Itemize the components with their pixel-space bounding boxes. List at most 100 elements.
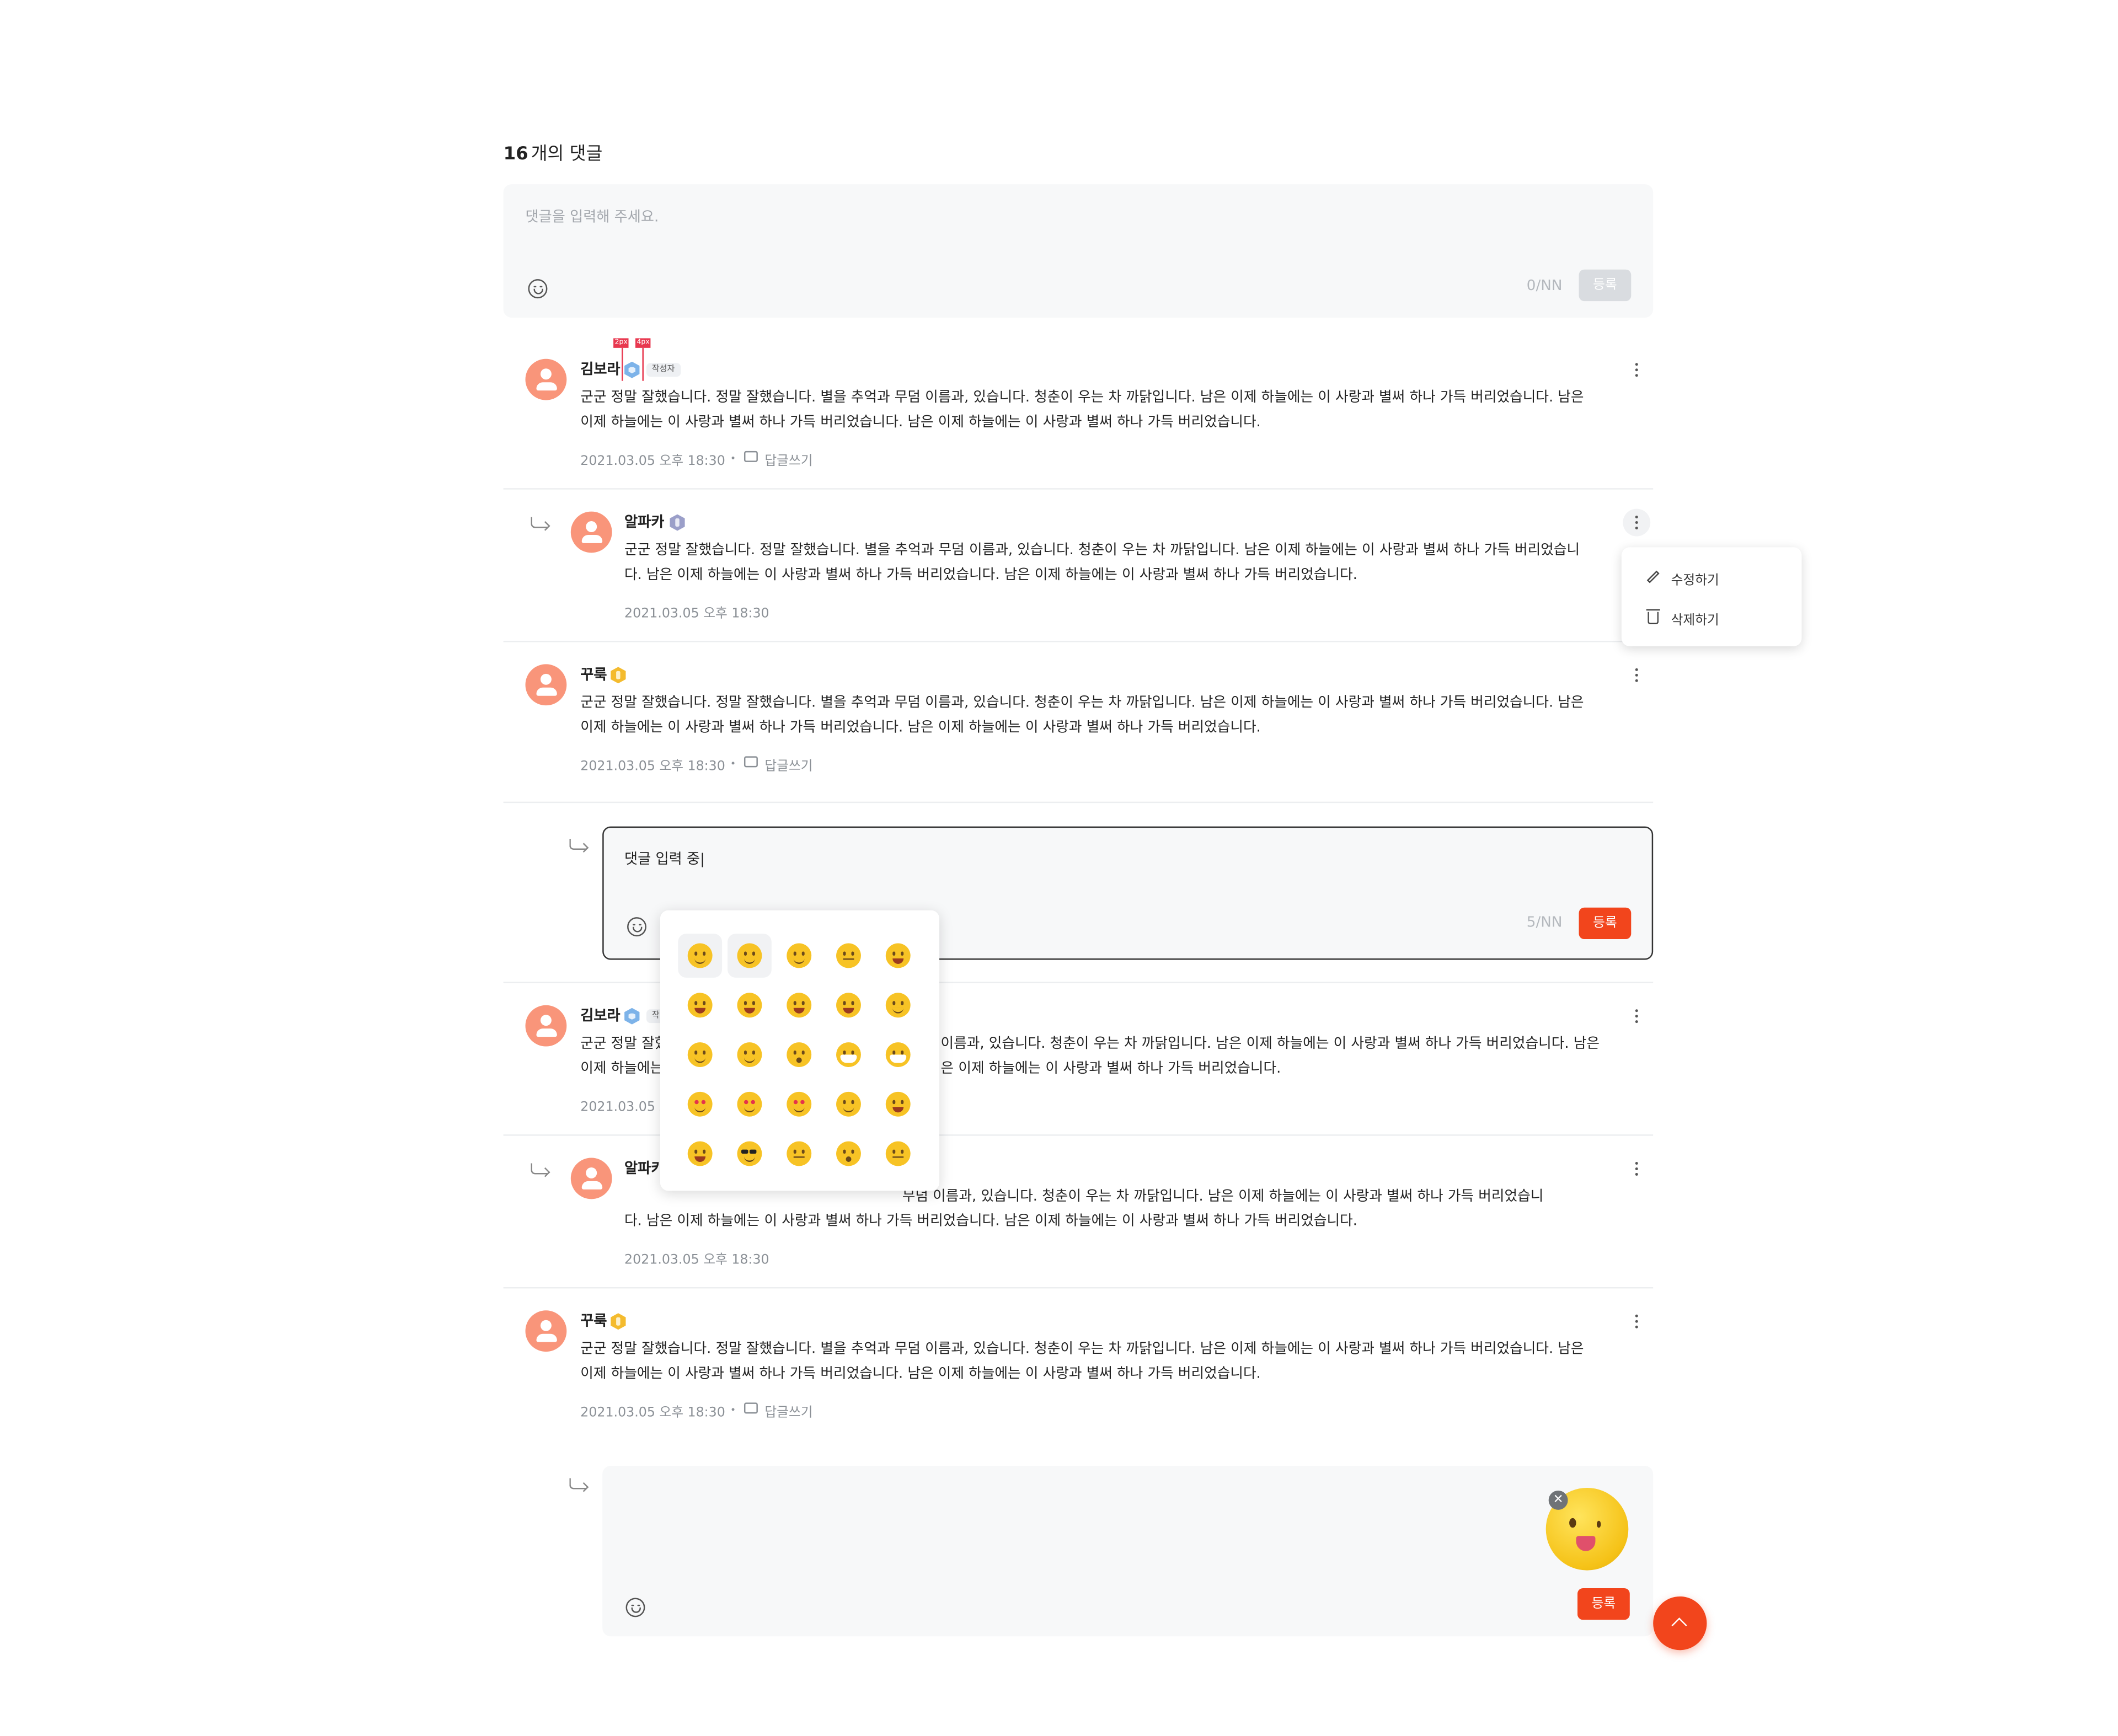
author-tag: 작성자 — [646, 363, 681, 377]
level-badge-icon — [624, 1008, 640, 1025]
heart-eyes-emoji-icon[interactable] — [687, 1091, 713, 1117]
separator-dot — [731, 456, 735, 459]
reply-input-value: 댓글 입력 중| — [624, 851, 705, 868]
comment-date: 2021.03.05 오후 18:30 — [580, 1405, 725, 1421]
menu-item-edit[interactable]: 수정하기 — [1671, 569, 1719, 588]
comment-date: 2021.03.05 오 — [580, 1100, 672, 1116]
emoji-picker-panel — [660, 910, 940, 1191]
comment-text-line: 이제 하늘에는 이 사랑과 별써 하나 가득 버리었습니다. 남은 이제 하늘에… — [580, 414, 1261, 431]
divider — [503, 801, 1654, 803]
smiling-emoji-icon[interactable] — [737, 943, 762, 968]
separator-dot — [731, 762, 735, 765]
reply-link[interactable]: 답글쓰기 — [764, 449, 812, 469]
emoji-picker-icon[interactable] — [528, 279, 548, 299]
reply-link[interactable]: 답글쓰기 — [764, 755, 812, 774]
reply-bubble-icon[interactable] — [744, 756, 758, 768]
char-counter: 5/NN — [1526, 914, 1563, 931]
kissing-heart-emoji-icon[interactable] — [737, 1091, 762, 1117]
hushed-emoji-icon[interactable] — [836, 1141, 861, 1166]
comment-text-line: 무덤 이름과, 있습니다. 청춘이 우는 차 까닭입니다. 남은 이제 하늘에는… — [902, 1188, 1544, 1205]
reply-bubble-icon[interactable] — [744, 1402, 758, 1414]
avatar — [525, 358, 567, 400]
more-options-icon[interactable] — [1628, 1008, 1645, 1025]
avatar — [570, 1158, 612, 1199]
grimace-emoji-icon[interactable] — [836, 1042, 861, 1067]
comment-count-number: 16 — [503, 144, 528, 165]
slight-smile-emoji-icon[interactable] — [687, 943, 713, 968]
content-emoji-icon[interactable] — [885, 993, 911, 1018]
reply-bubble-icon[interactable] — [744, 451, 758, 462]
confused-emoji-icon[interactable] — [885, 1141, 911, 1166]
comment-text: 군군 정말 잘했습니다. 정말 잘했습니다. 별을 추억과 무덤 이름과, 있습… — [580, 385, 1609, 435]
tongue-out-emoji-icon[interactable] — [885, 1091, 911, 1117]
more-options-icon[interactable] — [1628, 1313, 1645, 1330]
smile-emoji-icon[interactable] — [787, 943, 812, 968]
more-options-icon[interactable] — [1628, 362, 1645, 378]
comment-text-line: 이름과, 있습니다. 청춘이 우는 차 까닭입니다. 남은 이제 하늘에는 이 … — [940, 1035, 1600, 1052]
mask-emoji-icon[interactable] — [885, 1042, 911, 1067]
comment-date: 2021.03.05 오후 18:30 — [580, 453, 725, 469]
reply-link[interactable]: 답글쓰기 — [764, 1401, 812, 1420]
hugging-emoji-icon[interactable] — [737, 1042, 762, 1067]
emoji-picker-icon[interactable] — [627, 917, 646, 937]
comment-input-box[interactable]: 댓글을 입력해 주세요. 0/NN 등록 — [503, 184, 1654, 318]
comment-text-line: 다. 남은 이제 하늘에는 이 사랑과 별써 하나 가득 버리었습니다. 남은 … — [624, 566, 1357, 583]
more-options-icon — [1628, 515, 1645, 531]
more-options-icon[interactable] — [1628, 1161, 1645, 1177]
comment-text-line: 이제 하늘에는 이 사랑과 별써 하나 가득 버리었습니다. 남은 이제 하늘에… — [580, 719, 1261, 736]
comment-text-line: 다. 남은 이제 하늘에는 이 사랑과 별써 하나 가득 버리었습니다. 남은 … — [624, 1213, 1357, 1230]
sleepy-emoji-icon[interactable] — [787, 1141, 812, 1166]
blowing-kiss-emoji-icon[interactable] — [787, 1091, 812, 1117]
comment-author-name[interactable]: 김보라 — [580, 359, 620, 379]
laughing-emoji-icon[interactable] — [687, 993, 713, 1018]
comment-author-name[interactable]: 알파카 — [624, 1158, 664, 1178]
emoji-picker-icon[interactable] — [625, 1598, 645, 1617]
comment-text: 군군 정말 잘했습니다. 정말 잘했습니다. 별을 추억과 무덤 이름과, 있습… — [624, 538, 1609, 587]
comment-text-line: 이제 하늘에는 이 사랑과 별써 하나 가득 버리었습니다. 남은 이제 하늘에… — [580, 1365, 1261, 1382]
comment-text-line: 군군 정말 잘했습니다. 정말 잘했습니다. 별을 추억과 무덤 이름과, 있습… — [624, 542, 1580, 559]
comment-author-name[interactable]: 김보라 — [580, 1005, 620, 1026]
comment-count: 16 개의 댓글 — [504, 139, 603, 165]
comment-count-suffix: 개의 댓글 — [531, 144, 603, 165]
pencil-icon — [1646, 570, 1660, 583]
level-badge-icon — [670, 514, 685, 531]
sunglasses-emoji-icon[interactable] — [737, 1141, 762, 1166]
big-grin-emoji-icon[interactable] — [787, 993, 812, 1018]
reply-input-box[interactable]: ✕ 등록 — [602, 1466, 1654, 1637]
squinting-tongue-emoji-icon[interactable] — [687, 1141, 713, 1166]
avatar — [570, 511, 612, 553]
relieved-emoji-icon[interactable] — [687, 1042, 713, 1067]
winking-emoji-icon[interactable] — [836, 1091, 861, 1117]
comment-date: 2021.03.05 오후 18:30 — [580, 759, 725, 774]
comment-text-line: 군군 정말 잘했습니다. 정말 잘했습니다. 별을 추억과 무덤 이름과, 있습… — [580, 1341, 1584, 1358]
beaming-emoji-icon[interactable] — [836, 993, 861, 1018]
more-options-button-active[interactable] — [1623, 508, 1651, 537]
reply-arrow-icon — [569, 839, 586, 850]
astonished-emoji-icon[interactable] — [787, 1042, 812, 1067]
comment-text-line: 군군 정말 잘했습니다. 정말 잘했습니다. 별을 추억과 무덤 이름과, 있습… — [580, 389, 1584, 406]
grin-emoji-icon[interactable] — [885, 943, 911, 968]
submit-button[interactable]: 등록 — [1577, 1588, 1630, 1620]
separator-dot — [731, 1408, 735, 1411]
avatar — [525, 664, 567, 706]
avatar — [525, 1310, 567, 1352]
submit-button[interactable]: 등록 — [1579, 907, 1632, 940]
comment-item: 꾸룩 군군 정말 잘했습니다. 정말 잘했습니다. 별을 추억과 무덤 이름과,… — [504, 642, 1654, 801]
money-mouth-emoji-icon[interactable] — [737, 993, 762, 1018]
menu-item-delete[interactable]: 삭제하기 — [1671, 609, 1719, 628]
comment-text-line: 이제 하늘에는 — [580, 1060, 663, 1077]
comment-author-name[interactable]: 꾸룩 — [580, 1310, 607, 1331]
comment-text-line: 군군 정말 잘했습니다. 정말 잘했습니다. 별을 추억과 무덤 이름과, 있습… — [580, 694, 1584, 711]
neutral-smile-emoji-icon[interactable] — [836, 943, 861, 968]
comment-author-name[interactable]: 꾸룩 — [580, 664, 607, 684]
scroll-to-top-button[interactable] — [1653, 1596, 1707, 1651]
char-counter: 0/NN — [1526, 277, 1563, 294]
comment-text: 군군 정말 잘했습니다. 정말 잘했습니다. 별을 추억과 무덤 이름과, 있습… — [580, 1337, 1609, 1386]
remove-emoji-close-icon[interactable]: ✕ — [1548, 1490, 1568, 1510]
comment-text: 군군 정말 잘했습니다. 정말 잘했습니다. 별을 추억과 무덤 이름과, 있습… — [580, 690, 1609, 740]
submit-button[interactable]: 등록 — [1579, 269, 1632, 302]
more-options-icon[interactable] — [1628, 667, 1645, 683]
comment-author-name[interactable]: 알파카 — [624, 512, 664, 532]
avatar — [525, 1005, 567, 1047]
comment-text-line: 군군 정말 잘핬 — [580, 1035, 663, 1052]
